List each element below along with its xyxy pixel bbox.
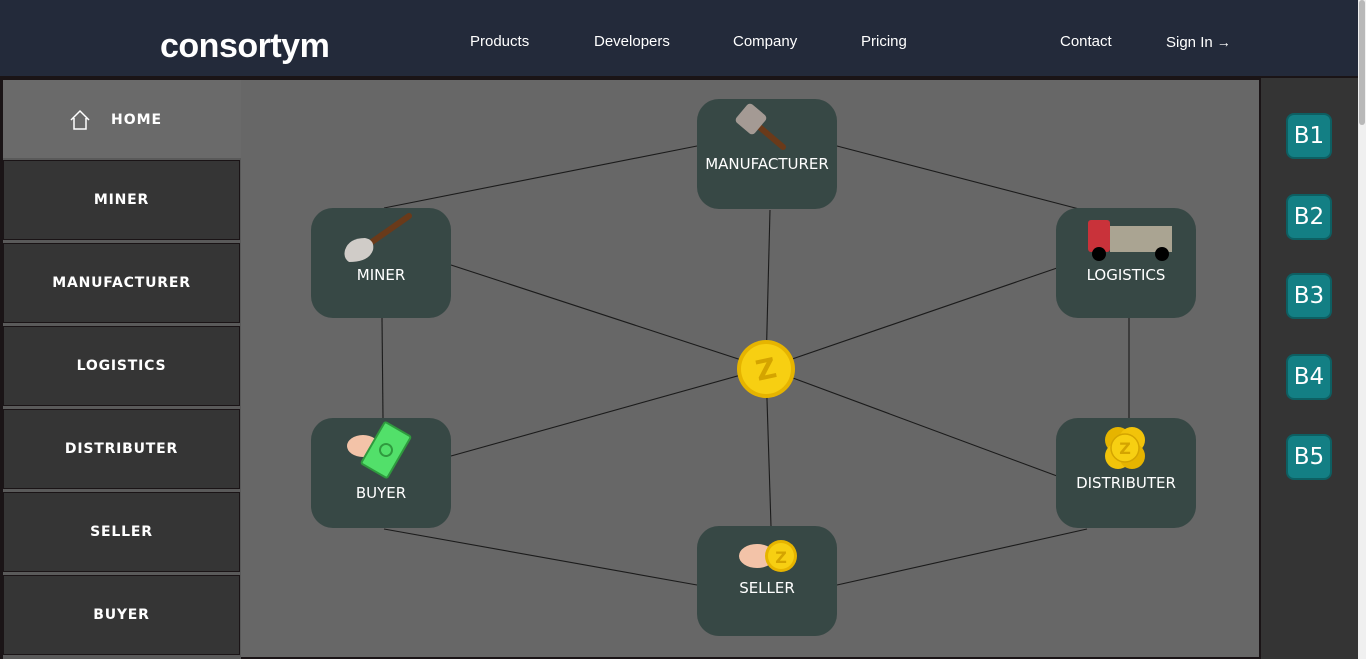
- shovel-icon: [344, 213, 412, 262]
- block-sidebar: B1 B2 B3 B4 B5: [1261, 78, 1358, 659]
- node-buyer[interactable]: BUYER: [311, 418, 451, 528]
- page-scrollbar-thumb[interactable]: [1359, 0, 1365, 125]
- z-coin-icon: Z: [737, 340, 795, 398]
- node-label: DISTRIBUTER: [1076, 474, 1176, 492]
- nav-developers[interactable]: Developers: [594, 33, 670, 51]
- block-button-b5[interactable]: B5: [1286, 434, 1332, 480]
- nav-products[interactable]: Products: [470, 33, 529, 51]
- node-distributer[interactable]: Z DISTRIBUTER: [1056, 418, 1196, 528]
- nav-sign-in[interactable]: Sign In →: [1166, 33, 1231, 52]
- sidebar-item-miner[interactable]: MINER: [3, 160, 240, 240]
- node-label: BUYER: [355, 484, 407, 502]
- node-label: MANUFACTURER: [705, 155, 829, 173]
- node-seller[interactable]: Z SELLER: [697, 526, 837, 636]
- hand-with-coin-icon: Z: [739, 540, 797, 572]
- network-canvas: Z MANUFACTURER MINER LOGISTICS BUYER Z D…: [241, 80, 1259, 657]
- coin-stack-icon: Z: [1105, 427, 1145, 469]
- node-logistics[interactable]: LOGISTICS: [1056, 208, 1196, 318]
- sidebar-item-seller[interactable]: SELLER: [3, 492, 240, 572]
- sidebar-item-manufacturer[interactable]: MANUFACTURER: [3, 243, 240, 323]
- top-navigation-bar: consortym Products Developers Company Pr…: [0, 0, 1366, 76]
- sidebar-item-buyer[interactable]: BUYER: [3, 575, 240, 655]
- svg-text:Z: Z: [1119, 439, 1131, 458]
- brand-logo[interactable]: consortym: [160, 26, 330, 66]
- sidebar: HOME MINER MANUFACTURER LOGISTICS DISTRI…: [3, 80, 241, 659]
- node-label: LOGISTICS: [1086, 266, 1166, 284]
- hammer-icon: [735, 103, 786, 150]
- svg-text:Z: Z: [775, 548, 787, 567]
- node-manufacturer[interactable]: MANUFACTURER: [697, 99, 837, 209]
- node-label: MINER: [356, 266, 406, 284]
- home-label: HOME: [111, 112, 163, 128]
- nav-contact[interactable]: Contact: [1060, 33, 1112, 51]
- truck-icon: [1088, 220, 1172, 261]
- block-button-b3[interactable]: B3: [1286, 273, 1332, 319]
- home-icon: [70, 109, 90, 130]
- arrow-right-icon: →: [1216, 34, 1231, 50]
- block-button-b2[interactable]: B2: [1286, 194, 1332, 240]
- hand-with-cash-icon: [347, 421, 412, 479]
- sidebar-item-logistics[interactable]: LOGISTICS: [3, 326, 240, 406]
- sidebar-item-distributer[interactable]: DISTRIBUTER: [3, 409, 240, 489]
- nav-pricing[interactable]: Pricing: [861, 33, 907, 51]
- sidebar-home[interactable]: HOME: [3, 80, 241, 158]
- nav-company[interactable]: Company: [733, 33, 797, 51]
- block-button-b4[interactable]: B4: [1286, 354, 1332, 400]
- sign-in-label: Sign In: [1166, 34, 1213, 51]
- node-miner[interactable]: MINER: [311, 208, 451, 318]
- node-label: SELLER: [739, 579, 795, 597]
- block-button-b1[interactable]: B1: [1286, 113, 1332, 159]
